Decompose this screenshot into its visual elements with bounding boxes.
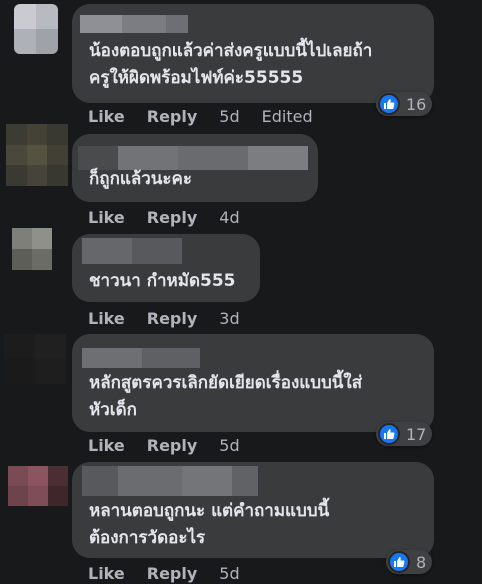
comment-actions: Like Reply 5d <box>88 434 262 456</box>
edited-label[interactable]: Edited <box>262 107 313 126</box>
reaction-count-value: 16 <box>406 94 427 114</box>
thumbs-up-icon <box>388 551 410 573</box>
like-button[interactable]: Like <box>88 436 125 455</box>
reply-button[interactable]: Reply <box>147 309 198 328</box>
timestamp[interactable]: 5d <box>219 107 239 126</box>
thumbs-up-icon <box>378 423 400 445</box>
author-name-blurred[interactable] <box>82 466 258 496</box>
comment-text: ชาวนา กำหมัด555 <box>89 271 236 291</box>
reaction-count[interactable]: 16 <box>376 92 433 116</box>
avatar[interactable] <box>6 124 68 186</box>
avatar[interactable] <box>14 4 58 54</box>
reaction-count[interactable]: 17 <box>376 422 433 446</box>
like-button[interactable]: Like <box>88 309 125 328</box>
like-button[interactable]: Like <box>88 208 125 227</box>
reaction-count-value: 17 <box>406 424 427 444</box>
comment-text: หลานตอบถูกนะ แต่คำถามแบบนี้ ต้องการวัดอะ… <box>89 501 330 548</box>
timestamp[interactable]: 3d <box>219 309 239 328</box>
comment-text: น้องตอบถูกแล้วค่าส่งครูแบบนี้ไปเลยถ้า คร… <box>89 41 373 88</box>
thumbs-up-icon <box>378 93 400 115</box>
author-name-blurred[interactable] <box>82 348 200 368</box>
comment-actions: Like Reply 5d Edited <box>88 105 335 127</box>
like-button[interactable]: Like <box>88 564 125 583</box>
avatar[interactable] <box>12 228 52 270</box>
like-button[interactable]: Like <box>88 107 125 126</box>
avatar[interactable] <box>8 466 68 506</box>
author-name-blurred[interactable] <box>80 15 188 33</box>
reply-button[interactable]: Reply <box>147 564 198 583</box>
reply-button[interactable]: Reply <box>147 436 198 455</box>
reaction-count-value: 8 <box>416 552 427 572</box>
reaction-count[interactable]: 8 <box>386 550 433 574</box>
timestamp[interactable]: 5d <box>219 564 239 583</box>
timestamp[interactable]: 4d <box>219 208 239 227</box>
comment-actions: Like Reply 5d <box>88 562 262 584</box>
timestamp[interactable]: 5d <box>219 436 239 455</box>
comment-actions: Like Reply 3d <box>88 307 262 329</box>
comment-text: ก็ถูกแล้วนะคะ <box>89 169 193 189</box>
avatar[interactable] <box>4 334 66 384</box>
reply-button[interactable]: Reply <box>147 107 198 126</box>
comment-actions: Like Reply 4d <box>88 206 262 228</box>
reply-button[interactable]: Reply <box>147 208 198 227</box>
author-name-blurred[interactable] <box>82 238 182 264</box>
comment-text: หลักสูตรควรเลิกยัดเยียดเรื่องแบบนี้ใส่ ห… <box>89 373 363 420</box>
